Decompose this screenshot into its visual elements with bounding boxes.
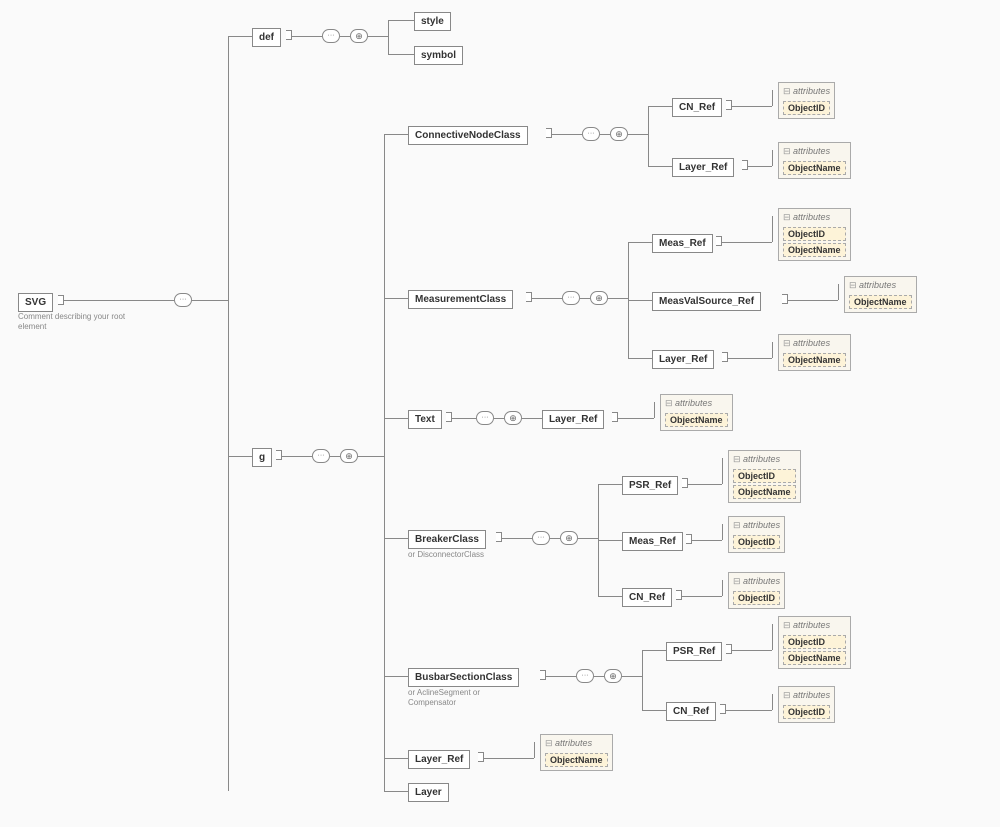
connector-choice-bc: [560, 531, 578, 545]
node-text: Text: [408, 410, 442, 429]
node-meas-ref-2: Meas_Ref: [622, 532, 683, 551]
connector-seq-def: [322, 29, 340, 43]
node-g: g: [252, 448, 272, 467]
attrbox-layerref-2: attributes ObjectName: [778, 334, 851, 371]
attrbox-layerref-1: attributes ObjectName: [778, 142, 851, 179]
connector-choice-def: [350, 29, 368, 43]
connector-choice-text: [504, 411, 522, 425]
node-layer-ref-2: Layer_Ref: [652, 350, 714, 369]
attrbox-psrref-2: attributes ObjectID ObjectName: [778, 616, 851, 669]
connector-choice-g: [340, 449, 358, 463]
attrbox-measref-1: attributes ObjectID ObjectName: [778, 208, 851, 261]
node-cnc: ConnectiveNodeClass: [408, 126, 528, 145]
comment-bc: or DisconnectorClass: [408, 550, 484, 560]
comment-bsc: or AclineSegment or Compensator: [408, 688, 528, 707]
diagram-canvas: SVG Comment describing your root element…: [10, 10, 990, 817]
node-symbol: symbol: [414, 46, 463, 65]
connector-seq-mc: [562, 291, 580, 305]
attrbox-cnref-1: attributes ObjectID: [778, 82, 835, 119]
attrbox-layerref-4: attributes ObjectName: [540, 734, 613, 771]
node-cn-ref-2: CN_Ref: [622, 588, 672, 607]
connector-seq-text: [476, 411, 494, 425]
node-bc: BreakerClass: [408, 530, 486, 549]
node-measvalsource-ref: MeasValSource_Ref: [652, 292, 761, 311]
connector-seq-cnc: [582, 127, 600, 141]
attrbox-text-layerref: attributes ObjectName: [660, 394, 733, 431]
node-layer-ref-3: Layer_Ref: [542, 410, 604, 429]
attrbox-measvalsource: attributes ObjectName: [844, 276, 917, 313]
connector-seq-g: [312, 449, 330, 463]
connector-choice-cnc: [610, 127, 628, 141]
node-cn-ref-1: CN_Ref: [672, 98, 722, 117]
attrbox-cnref-3: attributes ObjectID: [778, 686, 835, 723]
node-layer: Layer: [408, 783, 449, 802]
node-cn-ref-3: CN_Ref: [666, 702, 716, 721]
attrbox-psrref-1: attributes ObjectID ObjectName: [728, 450, 801, 503]
node-layer-ref-4: Layer_Ref: [408, 750, 470, 769]
node-psr-ref-1: PSR_Ref: [622, 476, 678, 495]
node-svg: SVG: [18, 293, 53, 312]
connector-choice-bsc: [604, 669, 622, 683]
comment-root: Comment describing your root element: [18, 312, 138, 331]
node-def: def: [252, 28, 281, 47]
connector-seq-bc: [532, 531, 550, 545]
node-meas-ref-1: Meas_Ref: [652, 234, 713, 253]
node-bsc: BusbarSectionClass: [408, 668, 519, 687]
node-style: style: [414, 12, 451, 31]
connector-seq-root: [174, 293, 192, 307]
connector-choice-mc: [590, 291, 608, 305]
attrbox-cnref-2: attributes ObjectID: [728, 572, 785, 609]
node-psr-ref-2: PSR_Ref: [666, 642, 722, 661]
attrbox-measref-2: attributes ObjectID: [728, 516, 785, 553]
connector-seq-bsc: [576, 669, 594, 683]
node-mc: MeasurementClass: [408, 290, 513, 309]
node-layer-ref-1: Layer_Ref: [672, 158, 734, 177]
